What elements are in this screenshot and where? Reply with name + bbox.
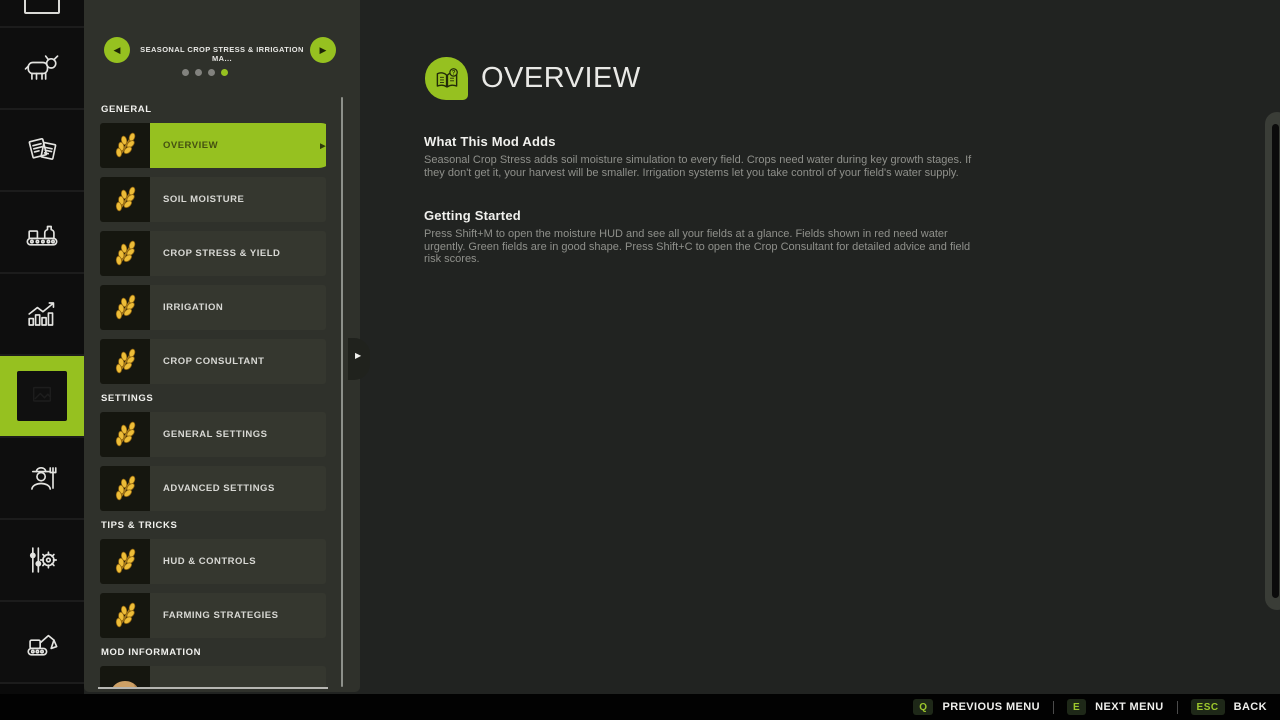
farmer-icon [20,456,64,500]
statistics-icon [20,292,64,336]
rail-tab-mod-help-selected[interactable]: ▶ [0,356,84,438]
pager-dots [84,69,326,76]
pager-dot-active[interactable] [221,69,228,76]
menu-item-label: CROP STRESS & YIELD [163,248,280,259]
rail-tab-farmer[interactable] [0,438,84,520]
hint-back[interactable]: ESC BACK [1191,699,1267,715]
rail-tab-animals[interactable] [0,28,84,110]
wheat-icon [100,177,150,222]
menu-item-irrigation[interactable]: IRRIGATION [100,285,326,330]
content-scrollbar-thumb[interactable] [1272,124,1279,598]
production-icon [20,210,64,254]
rail-tab-production[interactable] [0,192,84,274]
rail-tab-statistics[interactable] [0,274,84,356]
arrow-left-icon: ◀ [114,45,121,56]
wheat-icon [100,123,150,168]
hint-next-menu[interactable]: E NEXT MENU [1067,699,1164,715]
overview-badge [425,57,468,100]
nav-title: SEASONAL CROP STRESS & IRRIGATION MA... [132,45,312,63]
wheat-icon [100,412,150,457]
hint-divider [1177,701,1178,714]
section-heading-getting-started: Getting Started [424,208,521,223]
menu-item-label: IRRIGATION [163,302,223,313]
section-body-getting-started: Press Shift+M to open the moisture HUD a… [424,228,982,266]
menu-item-crop-consultant[interactable]: CROP CONSULTANT [100,339,326,384]
arrow-right-icon: ▶ [320,45,327,56]
next-page-button[interactable]: ▶ [310,37,336,63]
left-icon-rail: ▶ [0,0,84,695]
panel-expand-arrow-icon: ▶ [355,351,361,360]
contracts-icon [20,128,64,172]
rail-tab-top-partial[interactable] [0,0,84,28]
pager-dot[interactable] [182,69,189,76]
section-label-mod-information: MOD INFORMATION [101,647,326,658]
wheat-icon [100,539,150,584]
help-book-icon [433,65,461,93]
section-heading-what-this-mod-adds: What This Mod Adds [424,134,556,149]
hint-previous-menu[interactable]: Q PREVIOUS MENU [913,699,1040,715]
excavator-icon [20,620,64,664]
keycap-q: Q [913,699,933,715]
menu-item-label: CROP CONSULTANT [163,356,264,367]
wheat-icon [100,593,150,638]
menu-item-label: OVERVIEW [163,140,218,151]
keycap-e: E [1067,699,1086,715]
hint-divider [1053,701,1054,714]
image-placeholder-icon [22,376,62,416]
content-scrollbar-track[interactable] [1265,112,1280,610]
section-body-what-this-mod-adds: Seasonal Crop Stress adds soil moisture … [424,154,982,179]
menu-item-clipped[interactable] [100,666,326,688]
bottom-hint-bar: Q PREVIOUS MENU E NEXT MENU ESC BACK [0,694,1280,720]
wheat-icon [100,285,150,330]
mod-help-icon [17,371,67,421]
potato-icon [100,666,150,688]
wheat-icon [100,339,150,384]
partial-icon [24,0,60,14]
selected-item-arrow-icon: ▶ [320,142,326,150]
pager-dot[interactable] [195,69,202,76]
menu-item-overview[interactable]: OVERVIEW ▶ [100,123,326,168]
hint-label: NEXT MENU [1095,701,1163,713]
menu-item-soil-moisture[interactable]: SOIL MOISTURE [100,177,326,222]
menu-item-farming-strategies[interactable]: FARMING STRATEGIES [100,593,326,638]
menu-item-hud-controls[interactable]: HUD & CONTROLS [100,539,326,584]
section-label-general: GENERAL [101,104,326,115]
menu-item-label: SOIL MOISTURE [163,194,244,205]
mod-help-screen: ▶ ◀ ▶ SEASONAL CROP STRESS & IRRIGATION … [0,0,1280,720]
menu-item-label: FARMING STRATEGIES [163,610,278,621]
sliders-gear-icon [20,538,64,582]
rail-tab-contracts[interactable] [0,110,84,192]
help-topic-menu: GENERAL OVERVIEW ▶ SOIL MOISTURE CROP ST… [100,99,326,688]
menu-item-label: ADVANCED SETTINGS [163,483,275,494]
rail-tab-settings[interactable] [0,520,84,602]
menu-clip-divider [98,687,328,689]
cow-icon [20,46,64,90]
previous-page-button[interactable]: ◀ [104,37,130,63]
menu-item-label: GENERAL SETTINGS [163,429,267,440]
menu-item-label: HUD & CONTROLS [163,556,256,567]
hint-label: PREVIOUS MENU [942,701,1040,713]
rail-tab-construction[interactable] [0,602,84,684]
pager-dot[interactable] [208,69,215,76]
menu-item-advanced-settings[interactable]: ADVANCED SETTINGS [100,466,326,511]
section-label-tips-tricks: TIPS & TRICKS [101,520,326,531]
help-sidebar-panel: ◀ ▶ SEASONAL CROP STRESS & IRRIGATION MA… [84,0,360,692]
menu-item-crop-stress-yield[interactable]: CROP STRESS & YIELD [100,231,326,276]
wheat-icon [100,231,150,276]
menu-item-general-settings[interactable]: GENERAL SETTINGS [100,412,326,457]
sidebar-scrollbar[interactable] [341,97,343,687]
hint-label: BACK [1234,701,1267,713]
wheat-icon [100,466,150,511]
keycap-esc: ESC [1191,699,1225,715]
section-label-settings: SETTINGS [101,393,326,404]
page-title: OVERVIEW [481,62,641,95]
